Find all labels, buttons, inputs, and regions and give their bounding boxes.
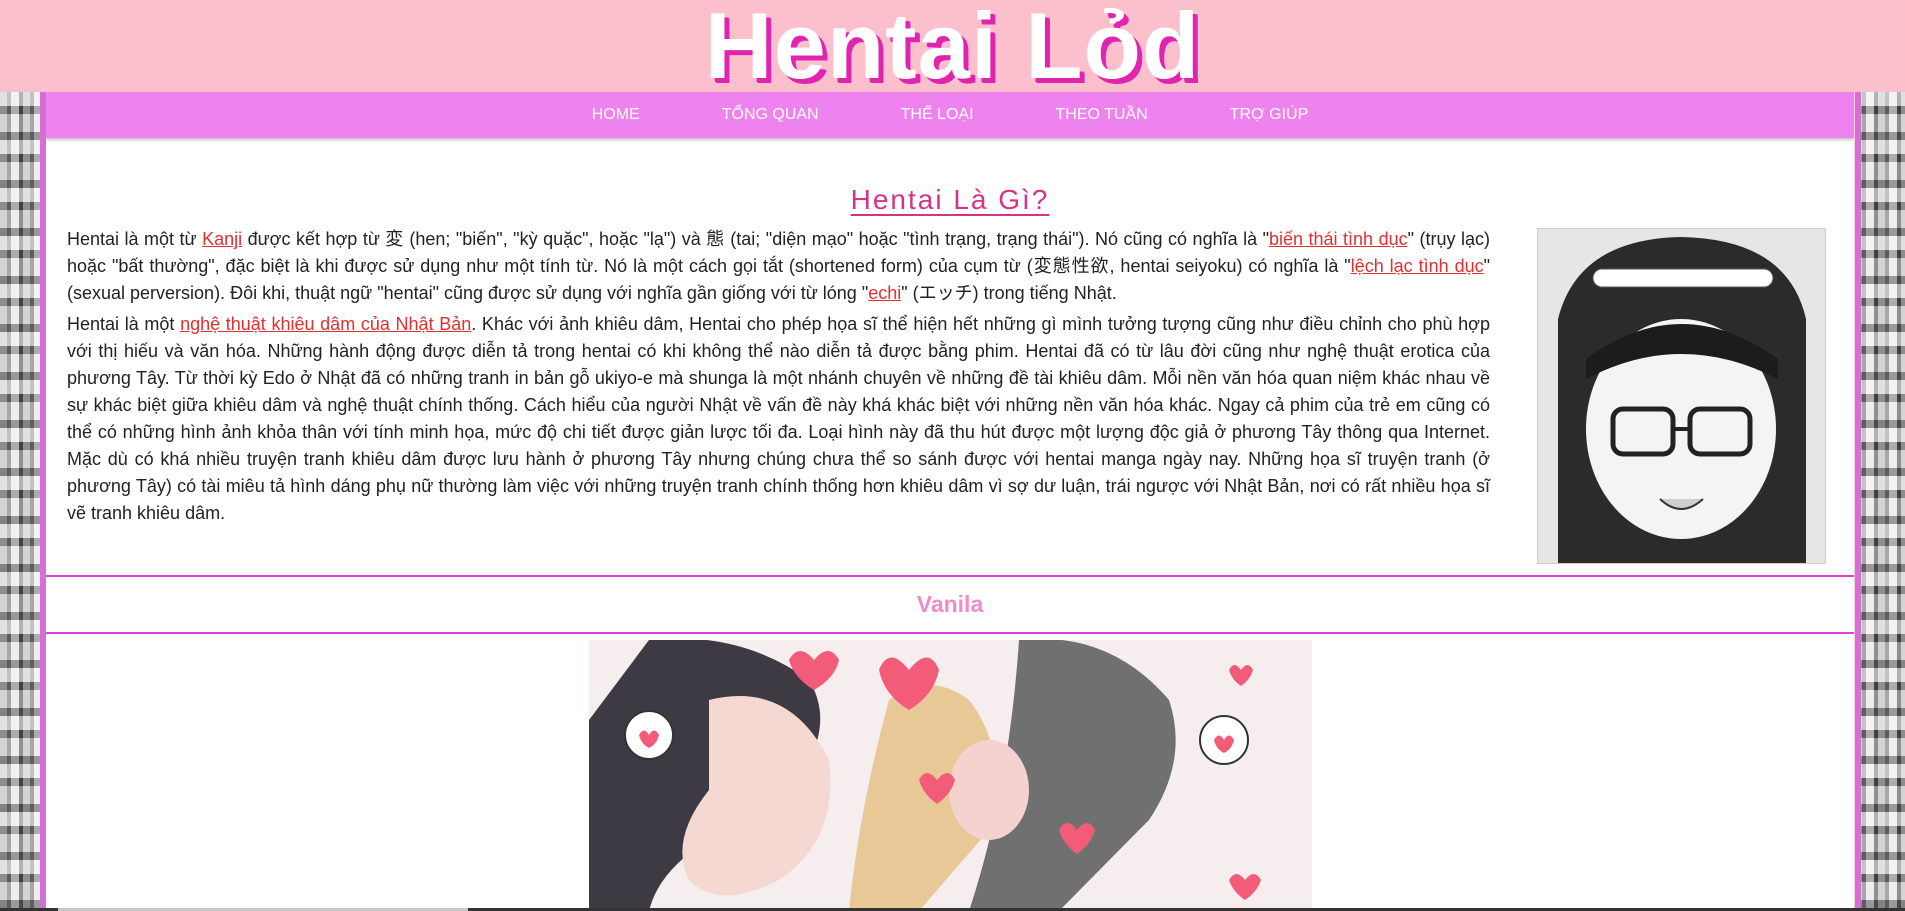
article-content: Hentai là một từ Kanji được kết hợp từ 変… [67, 226, 1490, 531]
link-lech-lac-tinh-duc[interactable]: lệch lạc tình dục [1351, 256, 1484, 276]
p1-text-2: được kết hợp từ 変 (hen; "biến", "kỳ quặc… [242, 229, 1269, 249]
paragraph-1: Hentai là một từ Kanji được kết hợp từ 変… [67, 226, 1490, 307]
link-bien-thai-tinh-duc[interactable]: biến thái tình dục [1269, 229, 1408, 249]
manga-illustration-svg [1538, 229, 1825, 563]
right-decorative-strip [1855, 92, 1905, 911]
p2-text-2: . Khác với ảnh khiêu dâm, Hentai cho phé… [67, 314, 1490, 523]
p1-text-1: Hentai là một từ [67, 229, 203, 249]
section-title[interactable]: Vanila [917, 591, 983, 618]
manga-illustration-image [1537, 228, 1826, 564]
article-title-wrap: Hentai Là Gì? [46, 184, 1854, 216]
site-title[interactable]: Hentai Lỏd [0, 0, 1905, 96]
link-echi[interactable]: echi [868, 283, 901, 303]
p2-text-1: Hentai là một [67, 314, 181, 334]
nav-item-home[interactable]: HOME [551, 106, 681, 124]
left-decorative-strip [0, 92, 46, 911]
nav-item-the-loai[interactable]: THỂ LOẠI [860, 106, 1015, 124]
site-header: Hentai Lỏd [0, 0, 1905, 96]
section-header-vanila: Vanila [46, 575, 1854, 634]
p1-text-5: " (エッチ) trong tiếng Nhật. [901, 283, 1117, 303]
nav-item-tong-quan[interactable]: TỔNG QUAN [681, 106, 860, 124]
vanila-illustration-image [589, 640, 1312, 911]
nav-item-theo-tuan[interactable]: THEO TUẦN [1015, 106, 1189, 124]
nav-item-tro-giup[interactable]: TRỢ GIÚP [1189, 106, 1350, 124]
link-nghe-thuat[interactable]: nghệ thuật khiêu dâm của Nhật Bản [180, 314, 471, 334]
article-title[interactable]: Hentai Là Gì? [851, 184, 1050, 215]
main-container: HOME TỔNG QUAN THỂ LOẠI THEO TUẦN TRỢ GI… [46, 92, 1854, 911]
paragraph-2: Hentai là một nghệ thuật khiêu dâm của N… [67, 311, 1490, 527]
link-kanji[interactable]: Kanji [202, 229, 242, 249]
main-nav: HOME TỔNG QUAN THỂ LOẠI THEO TUẦN TRỢ GI… [46, 92, 1854, 138]
vanila-illustration-svg [589, 640, 1312, 911]
